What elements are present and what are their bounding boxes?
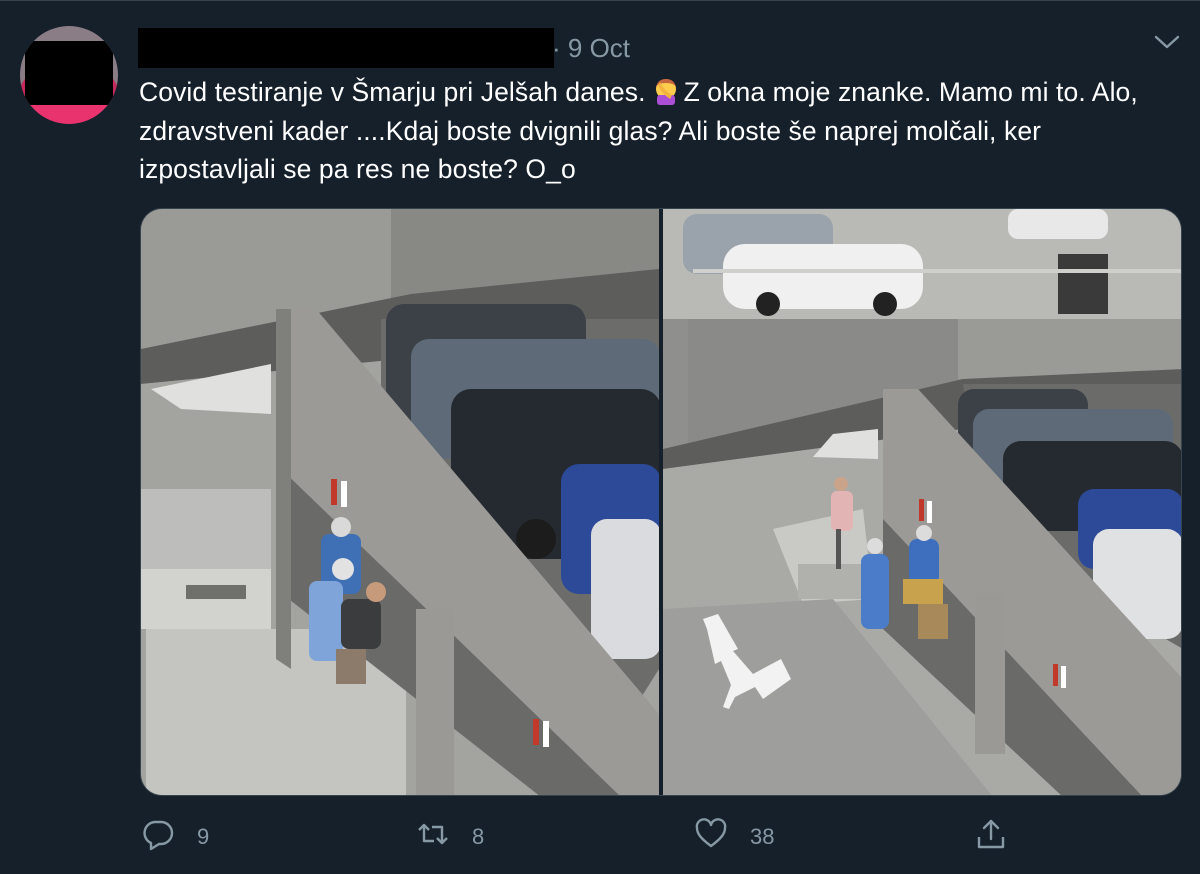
tweet[interactable]: · 9 Oct Covid testiranje v Šmarju pri Je… [0, 0, 1200, 874]
heart-icon[interactable] [694, 817, 728, 857]
reply-button[interactable]: 9 [141, 819, 209, 855]
media-grid[interactable] [140, 208, 1182, 796]
retweet-button[interactable]: 8 [416, 819, 484, 855]
photo-right[interactable] [663, 209, 1181, 795]
share-button[interactable] [974, 819, 1008, 855]
author-name-redacted[interactable] [138, 28, 554, 68]
reply-icon[interactable] [141, 817, 175, 857]
retweet-icon[interactable] [416, 817, 450, 857]
tweet-text: Covid testiranje v Šmarju pri Jelšah dan… [139, 73, 1179, 189]
chevron-down-icon[interactable] [1150, 29, 1184, 55]
tweet-text-part1: Covid testiranje v Šmarju pri Jelšah dan… [139, 77, 646, 107]
tweet-date[interactable]: · 9 Oct [552, 33, 630, 63]
retweet-count: 8 [472, 824, 485, 849]
tweet-actions: 9 8 38 [0, 813, 1200, 863]
like-button[interactable]: 38 [694, 817, 775, 857]
avatar-redaction [25, 41, 113, 105]
photo-left[interactable] [141, 209, 659, 795]
share-icon[interactable] [974, 817, 1008, 857]
reply-count: 9 [197, 824, 210, 849]
avatar[interactable] [20, 26, 118, 124]
facepalm-emoji-icon [652, 77, 680, 105]
like-count: 38 [750, 824, 775, 849]
